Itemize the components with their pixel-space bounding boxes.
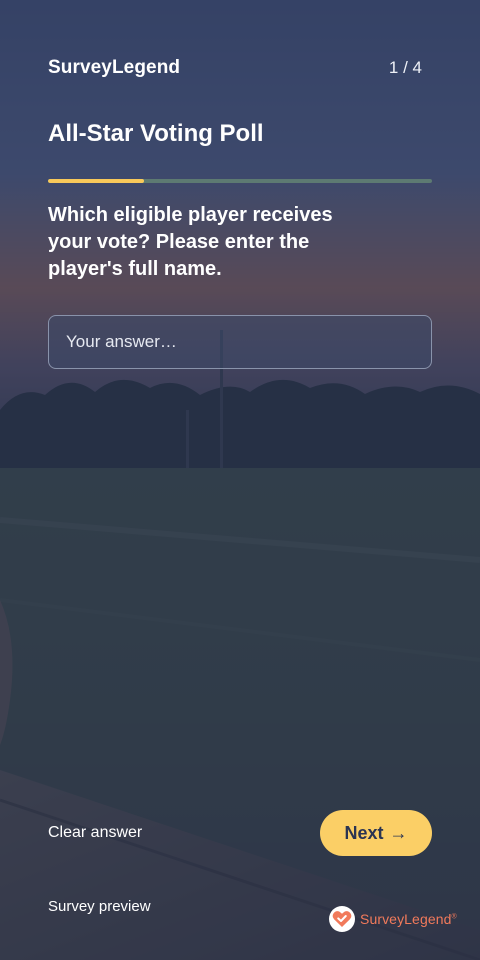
heart-check-icon: [329, 906, 355, 932]
brand-name: SurveyLegend: [48, 57, 181, 78]
next-button[interactable]: Next →: [320, 810, 432, 856]
survey-preview-label: Survey preview: [48, 898, 151, 915]
next-button-label: Next: [344, 822, 384, 843]
clear-answer-link[interactable]: Clear answer: [48, 824, 142, 842]
progress-bar: [48, 179, 432, 183]
logo-text: SurveyLegend®: [360, 911, 457, 927]
question-text: Which eligible player receives your vote…: [48, 204, 333, 280]
survey-title: All-Star Voting Poll: [48, 120, 264, 147]
survey-screen: SurveyLegend 1 / 4 All-Star Voting Poll …: [0, 0, 480, 960]
question-counter: 1 / 4: [388, 58, 422, 77]
surveylegend-logo[interactable]: SurveyLegend®: [329, 906, 457, 932]
progress-bar-fill: [48, 179, 144, 183]
answer-input[interactable]: [48, 315, 432, 369]
survey-content: SurveyLegend 1 / 4 All-Star Voting Poll …: [0, 0, 480, 960]
arrow-right-icon: →: [389, 822, 408, 843]
